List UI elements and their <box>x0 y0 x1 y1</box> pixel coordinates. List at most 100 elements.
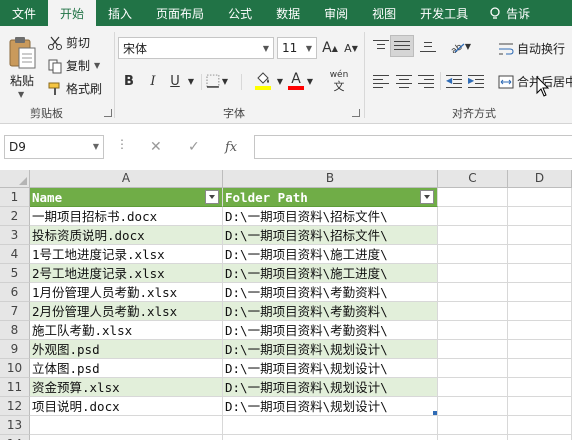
paste-button[interactable]: 粘贴 ▼ <box>4 32 40 102</box>
tab-page-layout[interactable]: 页面布局 <box>144 0 216 26</box>
formula-input[interactable] <box>254 135 572 159</box>
row-header[interactable]: 7 <box>0 302 30 321</box>
table-cell[interactable] <box>508 416 572 435</box>
table-cell[interactable] <box>508 207 572 226</box>
increase-indent-icon[interactable]: ▶ <box>468 74 484 88</box>
table-cell[interactable]: 1号工地进度记录.xlsx <box>30 245 223 264</box>
row-header[interactable]: 14 <box>0 435 30 440</box>
table-cell[interactable]: D:\一期项目资料\规划设计\ <box>223 340 438 359</box>
table-cell[interactable] <box>223 416 438 435</box>
table-cell[interactable] <box>508 188 572 207</box>
borders-button[interactable]: ▼ <box>206 70 228 92</box>
table-cell[interactable] <box>508 340 572 359</box>
format-painter-button[interactable]: 格式刷 <box>47 80 102 97</box>
decrease-indent-icon[interactable]: ◀ <box>446 74 462 88</box>
row-header[interactable]: 6 <box>0 283 30 302</box>
table-cell[interactable]: 2号工地进度记录.xlsx <box>30 264 223 283</box>
filter-dropdown-icon[interactable] <box>205 190 219 204</box>
table-cell[interactable] <box>508 378 572 397</box>
cut-button[interactable]: 剪切 <box>47 34 90 51</box>
table-cell[interactable] <box>438 264 508 283</box>
name-box[interactable]: D9 ▼ <box>4 135 104 159</box>
table-cell[interactable] <box>438 245 508 264</box>
font-name-dropdown[interactable]: 宋体 ▼ <box>118 37 274 59</box>
table-resize-handle[interactable] <box>433 411 437 415</box>
table-cell[interactable]: 外观图.psd <box>30 340 223 359</box>
column-header-a[interactable]: A <box>30 170 223 188</box>
table-cell[interactable] <box>438 283 508 302</box>
align-right-icon[interactable] <box>418 74 434 88</box>
filter-dropdown-icon[interactable] <box>420 190 434 204</box>
table-cell[interactable]: D:\一期项目资料\施工进度\ <box>223 245 438 264</box>
table-cell[interactable]: D:\一期项目资料\施工进度\ <box>223 264 438 283</box>
align-center-icon[interactable] <box>396 74 412 88</box>
chevron-down-icon[interactable]: ▼ <box>94 61 100 70</box>
table-cell[interactable]: 立体图.psd <box>30 359 223 378</box>
table-cell[interactable]: D:\一期项目资料\考勤资料\ <box>223 283 438 302</box>
chevron-down-icon[interactable]: ▼ <box>306 70 314 92</box>
column-header-b[interactable]: B <box>223 170 438 188</box>
row-header[interactable]: 13 <box>0 416 30 435</box>
column-header-c[interactable]: C <box>438 170 508 188</box>
tab-view[interactable]: 视图 <box>360 0 408 26</box>
table-cell[interactable] <box>438 416 508 435</box>
font-color-button[interactable]: A <box>286 70 306 92</box>
align-left-icon[interactable] <box>373 74 389 88</box>
table-cell[interactable]: 2月份管理人员考勤.xlsx <box>30 302 223 321</box>
table-cell[interactable] <box>438 226 508 245</box>
table-cell[interactable]: D:\一期项目资料\规划设计\ <box>223 378 438 397</box>
table-cell[interactable] <box>508 321 572 340</box>
table-cell[interactable] <box>508 397 572 416</box>
table-cell[interactable] <box>508 435 572 440</box>
tell-me-box[interactable]: 告诉 <box>480 0 542 26</box>
tab-data[interactable]: 数据 <box>264 0 312 26</box>
chevron-down-icon[interactable]: ▼ <box>276 70 284 92</box>
table-cell[interactable]: 施工队考勤.xlsx <box>30 321 223 340</box>
row-header[interactable]: 11 <box>0 378 30 397</box>
font-size-dropdown[interactable]: 11 ▼ <box>277 37 317 59</box>
phonetic-button[interactable]: wén 文 <box>325 70 353 92</box>
table-cell[interactable] <box>508 283 572 302</box>
font-dialog-launcher-icon[interactable] <box>352 109 360 117</box>
copy-button[interactable]: 复制 ▼ <box>47 57 100 74</box>
column-header-d[interactable]: D <box>508 170 572 188</box>
row-header[interactable]: 10 <box>0 359 30 378</box>
table-cell[interactable] <box>508 302 572 321</box>
row-header[interactable]: 2 <box>0 207 30 226</box>
table-cell[interactable] <box>438 359 508 378</box>
tab-formulas[interactable]: 公式 <box>216 0 264 26</box>
tab-home[interactable]: 开始 <box>48 0 97 26</box>
table-cell[interactable] <box>508 226 572 245</box>
worksheet-grid[interactable]: A B C D 1 Name Folder Path 2 一期项目招标书.docx D:\一期项目… <box>0 170 572 440</box>
table-cell[interactable]: D:\一期项目资料\规划设计\ <box>223 397 438 416</box>
tab-insert[interactable]: 插入 <box>96 0 144 26</box>
italic-button[interactable]: I <box>144 70 162 92</box>
table-cell[interactable] <box>438 340 508 359</box>
orientation-button[interactable]: ab ▼ <box>446 35 474 57</box>
table-cell[interactable] <box>508 359 572 378</box>
row-header[interactable]: 8 <box>0 321 30 340</box>
row-header[interactable]: 1 <box>0 188 30 207</box>
align-middle-button[interactable] <box>390 35 414 57</box>
tab-review[interactable]: 审阅 <box>312 0 360 26</box>
table-cell[interactable] <box>438 397 508 416</box>
table-cell[interactable]: 1月份管理人员考勤.xlsx <box>30 283 223 302</box>
shrink-font-button[interactable]: A ▼ <box>342 37 360 59</box>
select-all-corner[interactable] <box>0 170 30 188</box>
bold-button[interactable]: B <box>120 70 138 92</box>
chevron-down-icon[interactable]: ▼ <box>18 90 24 99</box>
table-cell[interactable]: 资金预算.xlsx <box>30 378 223 397</box>
table-header-name[interactable]: Name <box>30 188 223 207</box>
table-cell[interactable]: D:\一期项目资料\考勤资料\ <box>223 321 438 340</box>
table-cell[interactable]: D:\一期项目资料\考勤资料\ <box>223 302 438 321</box>
align-bottom-icon[interactable] <box>420 39 436 53</box>
fill-color-button[interactable] <box>250 70 276 92</box>
table-cell[interactable] <box>438 435 508 440</box>
row-header[interactable]: 4 <box>0 245 30 264</box>
table-cell[interactable] <box>30 435 223 440</box>
cancel-button[interactable]: ✕ <box>150 135 162 159</box>
enter-button[interactable]: ✓ <box>188 135 200 159</box>
table-cell[interactable] <box>438 188 508 207</box>
tab-developer[interactable]: 开发工具 <box>408 0 480 26</box>
row-header[interactable]: 5 <box>0 264 30 283</box>
